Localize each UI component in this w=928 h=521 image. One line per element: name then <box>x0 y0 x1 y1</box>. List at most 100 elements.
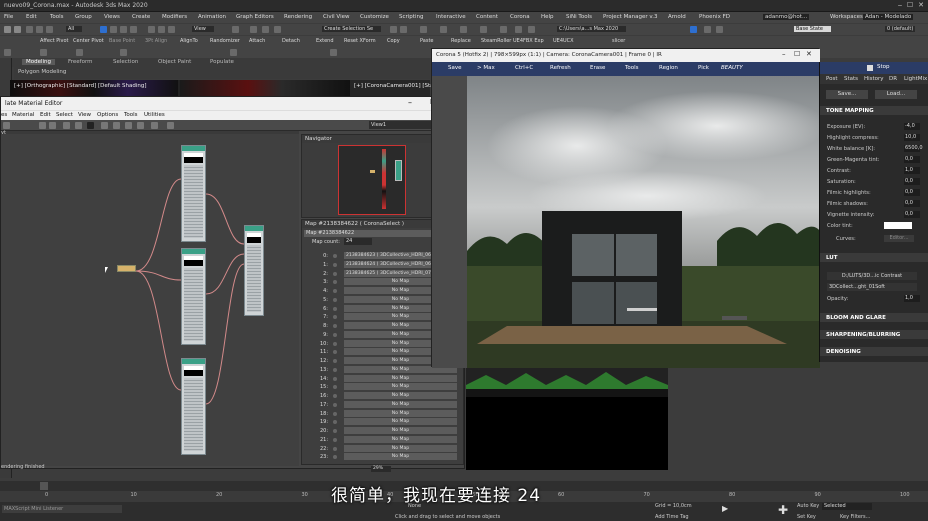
map-slot-button[interactable]: No Map <box>344 409 457 417</box>
steamroller-button[interactable]: SteamRoller <box>481 38 511 44</box>
map-enable-checkbox[interactable] <box>333 376 337 381</box>
sme-menu-edit[interactable]: Edit <box>40 112 51 118</box>
sme-select-by-material-icon[interactable] <box>137 122 144 129</box>
sme-show-map-icon[interactable] <box>75 122 82 129</box>
bind-icon[interactable] <box>46 26 53 33</box>
extend-button[interactable]: Extend <box>316 38 334 44</box>
sharpening-section[interactable]: SHARPENING/BLURRING <box>820 330 928 339</box>
random-tool-icon[interactable] <box>120 49 127 56</box>
map-slot-button[interactable]: No Map <box>344 400 457 408</box>
map-row[interactable]: 17: No Map <box>302 400 465 409</box>
tone-prop-value[interactable] <box>884 222 912 229</box>
map-slot-button[interactable]: No Map <box>344 427 457 434</box>
map-enable-checkbox[interactable] <box>333 411 337 416</box>
vfb-tools-button[interactable]: Tools <box>625 65 639 71</box>
maximize-icon[interactable]: ☐ <box>905 1 915 10</box>
detach-button[interactable]: Detach <box>282 38 300 44</box>
tone-mapping-section[interactable]: TONE MAPPING <box>820 106 928 115</box>
attach-button[interactable]: Attach <box>249 38 265 44</box>
vfb-refresh-button[interactable]: Refresh <box>550 65 571 71</box>
menu-group[interactable]: Group <box>75 14 92 20</box>
axis-y-icon[interactable] <box>690 26 697 33</box>
menu-project-manager[interactable]: Project Manager v.3 <box>603 14 658 20</box>
set-key-button[interactable]: Set Key <box>797 514 816 520</box>
key-mode-select[interactable]: Selected <box>822 503 872 510</box>
sme-background-icon[interactable] <box>87 122 94 129</box>
map-slot-button[interactable]: No Map <box>344 444 457 452</box>
map-enable-checkbox[interactable] <box>333 385 337 390</box>
rotate-icon[interactable] <box>158 26 165 33</box>
tab-lightmix[interactable]: LightMix <box>904 76 927 82</box>
tone-prop-value[interactable]: 0,0 <box>904 156 920 163</box>
three-point-align-button[interactable]: 3Pt Align <box>145 38 167 44</box>
map-row[interactable]: 14: No Map <box>302 374 465 383</box>
menu-help[interactable]: Help <box>541 14 554 20</box>
map-row[interactable]: 19: No Map <box>302 418 465 426</box>
replace-button[interactable]: Replace <box>451 38 471 44</box>
sme-menu-select[interactable]: Select <box>56 112 73 118</box>
vfb-maximize-icon[interactable]: ☐ <box>794 50 800 58</box>
map-row[interactable]: 22: No Map <box>302 444 465 453</box>
map-enable-checkbox[interactable] <box>333 359 337 363</box>
current-layer-select[interactable]: 0 (default) <box>885 26 916 32</box>
menu-file[interactable]: File <box>4 14 13 20</box>
paste-button[interactable]: Paste <box>420 38 434 44</box>
denoising-section[interactable]: DENOISING <box>820 347 928 356</box>
vfb-erase-button[interactable]: Erase <box>590 65 605 71</box>
post-load-button[interactable]: Load... <box>875 90 917 99</box>
ribbon-tab-object-paint[interactable]: Object Paint <box>158 59 191 65</box>
sme-menu-options[interactable]: Options <box>97 112 118 118</box>
reset-xform-button[interactable]: Reset XForm <box>344 38 376 44</box>
redo-icon[interactable] <box>14 26 21 33</box>
map-count-spinner[interactable]: 24 <box>344 238 372 245</box>
map-enable-checkbox[interactable] <box>333 271 337 276</box>
bitmap-node-1[interactable] <box>181 248 206 345</box>
tab-history[interactable]: History <box>864 76 884 82</box>
map-slot-button[interactable]: No Map <box>344 435 457 443</box>
vfb-render-element-select[interactable]: BEAUTY <box>721 65 743 71</box>
copy-button[interactable]: Copy <box>387 38 400 44</box>
map-enable-checkbox[interactable] <box>333 280 337 285</box>
vfb-stop-button[interactable]: Stop <box>877 64 890 70</box>
sme-menu-material[interactable]: Material <box>12 112 34 118</box>
ue4fbx-export-button[interactable]: UE4FBX Exp <box>513 38 544 44</box>
stop-icon[interactable] <box>867 65 873 71</box>
pivot-tool-icon[interactable] <box>40 49 47 56</box>
map-enable-checkbox[interactable] <box>333 437 337 442</box>
viewport-label-left[interactable]: [+] [Orthographic] [Standard] [Default S… <box>14 83 146 89</box>
map-enable-checkbox[interactable] <box>333 350 337 355</box>
render-setup-icon[interactable] <box>500 26 507 33</box>
tone-prop-value[interactable]: 6500,0 <box>904 145 923 152</box>
sme-parameter-editor-icon[interactable] <box>125 122 132 129</box>
navigator-viewport[interactable] <box>338 145 406 215</box>
map-slot-button[interactable]: No Map <box>344 383 457 391</box>
menu-rendering[interactable]: Rendering <box>284 14 312 20</box>
window-crossing-icon[interactable] <box>130 26 137 33</box>
curves-editor-button[interactable]: Editor... <box>884 235 914 242</box>
corona-select-node[interactable] <box>244 225 264 316</box>
render-frame-icon[interactable] <box>515 26 522 33</box>
slicer-button[interactable]: slicer <box>612 38 625 44</box>
sme-options-icon[interactable] <box>151 122 158 129</box>
bitmap-node-0[interactable] <box>181 145 206 242</box>
key-filters-button[interactable]: Key Filters... <box>840 514 870 520</box>
sme-menu-tools[interactable]: Tools <box>124 112 138 118</box>
menu-tools[interactable]: Tools <box>50 14 64 20</box>
map-enable-checkbox[interactable] <box>333 429 337 433</box>
lut-section[interactable]: LUT <box>820 253 928 262</box>
vfb-copy-button[interactable]: Ctrl+C <box>515 65 533 71</box>
vfb-close-icon[interactable]: ✕ <box>806 50 812 58</box>
map-enable-checkbox[interactable] <box>333 367 337 372</box>
named-selection-set[interactable]: Create Selection Se <box>322 26 382 32</box>
map-enable-checkbox[interactable] <box>333 394 337 398</box>
select-by-name-icon[interactable] <box>110 26 117 33</box>
menu-corona[interactable]: Corona <box>510 14 530 20</box>
vfb-save-button[interactable]: Save <box>448 65 462 71</box>
vfb-minimize-icon[interactable]: – <box>782 50 786 58</box>
add-time-tag[interactable]: Add Time Tag <box>655 514 689 520</box>
menu-sini-tools[interactable]: SiNi Tools <box>566 14 592 20</box>
undo-icon[interactable] <box>4 26 11 33</box>
tone-prop-value[interactable]: 10,0 <box>904 134 920 141</box>
align-icon[interactable] <box>400 26 407 33</box>
workspace-select[interactable]: Adan - Modelado <box>863 14 914 20</box>
